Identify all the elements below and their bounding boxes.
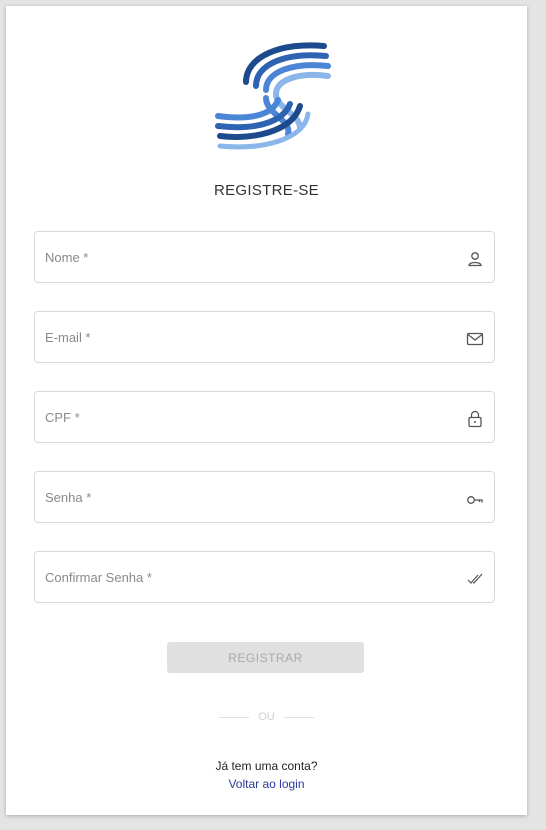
mail-icon (466, 332, 484, 346)
have-account-text: Já tem uma conta? (215, 759, 318, 773)
brand-logo (215, 42, 331, 150)
password-field[interactable]: Senha * (34, 471, 495, 523)
email-field-label: E-mail * (45, 330, 91, 345)
confirm-password-field-label: Confirmar Senha * (45, 570, 152, 585)
email-field[interactable]: E-mail * (34, 311, 495, 363)
divider-label: OU (258, 711, 275, 723)
page-title: REGISTRE-SE (214, 182, 319, 199)
back-to-login-link[interactable]: Voltar ao login (6, 777, 527, 791)
or-divider: OU (6, 711, 527, 723)
confirm-password-field[interactable]: Confirmar Senha * (34, 551, 495, 603)
divider-line-right (283, 716, 314, 718)
cpf-field[interactable]: CPF * (34, 391, 495, 443)
name-field[interactable]: Nome * (34, 231, 495, 283)
key-icon (467, 496, 483, 504)
register-button[interactable]: REGISTRAR (167, 642, 364, 673)
name-field-label: Nome * (45, 250, 89, 265)
register-card: REGISTRE-SE Nome * E-mail * CPF * Senha … (6, 6, 527, 815)
password-field-label: Senha * (45, 490, 92, 505)
cpf-field-label: CPF * (45, 410, 80, 425)
double-check-icon (467, 573, 483, 584)
divider-line-left (219, 716, 250, 718)
user-icon (468, 252, 482, 267)
lock-icon (468, 410, 482, 428)
